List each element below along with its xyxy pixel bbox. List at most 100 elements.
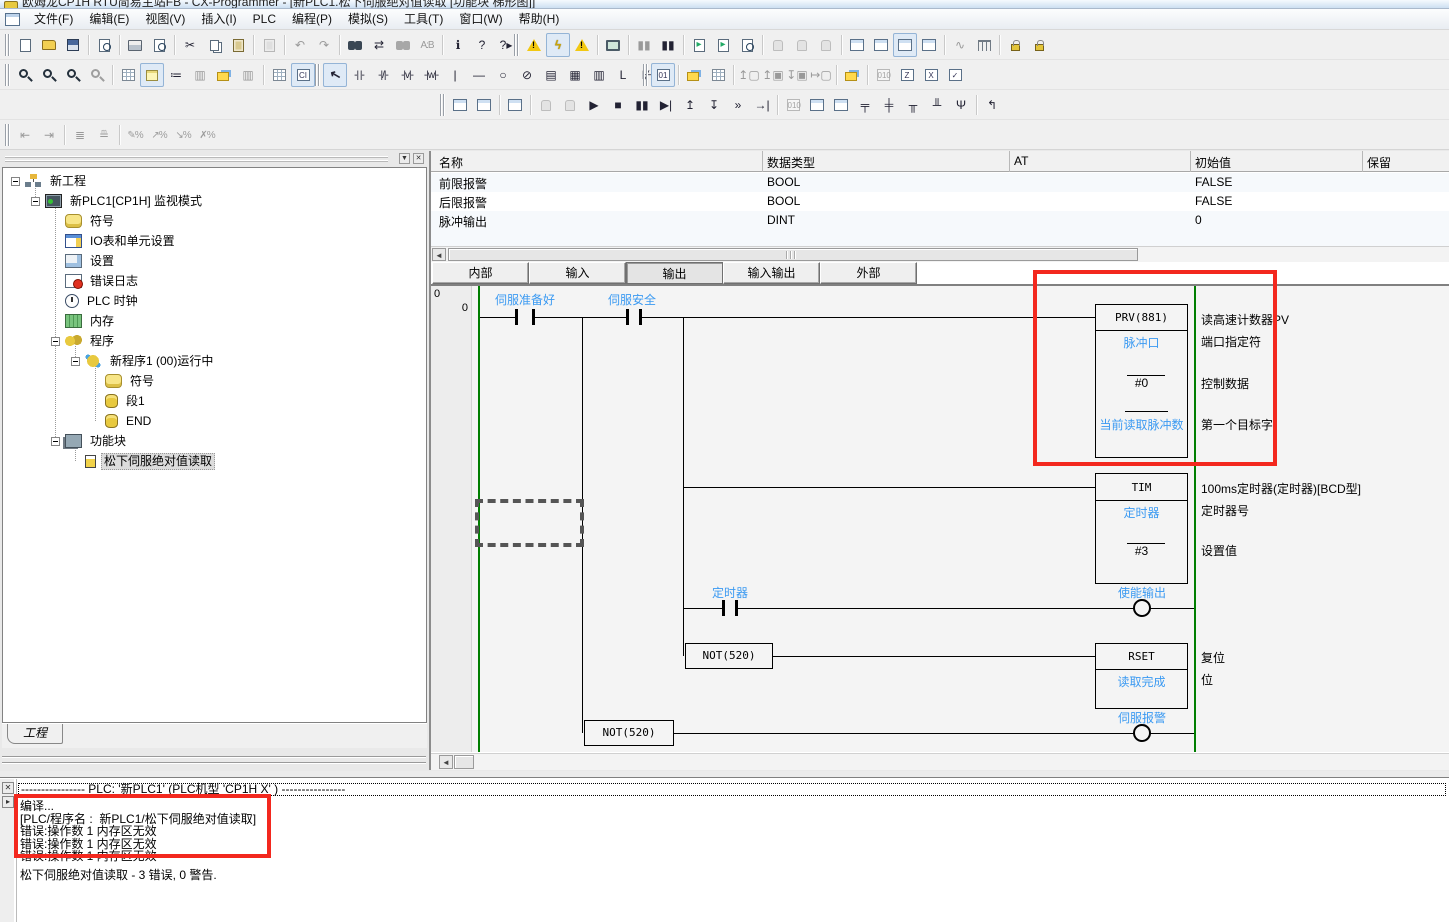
step-over-button[interactable]: ↧ <box>702 93 726 117</box>
new-coil-nc-button[interactable]: ⊘ <box>515 63 539 87</box>
watch-sheet-button[interactable] <box>893 33 917 57</box>
cross-reference-button[interactable] <box>840 63 864 87</box>
tree-item-label[interactable]: 符号 <box>87 213 117 230</box>
var-tab-输出[interactable]: 输出 <box>626 262 723 284</box>
paste-button[interactable] <box>226 33 250 57</box>
show-rung-list-button[interactable]: ≔ <box>164 63 188 87</box>
cascade-button[interactable] <box>503 93 527 117</box>
force-cancel-button[interactable] <box>814 33 838 57</box>
differential-monitor-button[interactable]: ∿ <box>948 33 972 57</box>
menu-item-simulation[interactable]: 模拟(S) <box>340 9 396 29</box>
show-monitor-button[interactable]: ▥ <box>188 63 212 87</box>
tim-instruction-block[interactable]: TIM 定时器 #3 <box>1095 473 1188 584</box>
menu-item-plc[interactable]: PLC <box>245 9 284 29</box>
find-button[interactable] <box>343 33 367 57</box>
tree-item-label[interactable]: 符号 <box>127 373 157 390</box>
output-line[interactable]: 松下伺服绝对值读取 - 3 错误, 0 警告. <box>20 866 217 883</box>
goto-prev-button[interactable]: ↥▣ <box>761 63 785 87</box>
tree-expander[interactable] <box>11 177 20 186</box>
step-in-button[interactable]: ↥ <box>678 93 702 117</box>
new-contact-or-button[interactable]: -|v|- <box>395 63 419 87</box>
tree-item-fb-instance[interactable]: 松下伺服绝对值读取 <box>71 451 215 471</box>
col-name[interactable]: 名称 <box>439 154 463 171</box>
copy-button[interactable] <box>202 33 226 57</box>
indent-right-button[interactable]: ⇥ <box>37 123 61 147</box>
return-icon-button[interactable]: ↰ <box>980 93 1004 117</box>
select-cursor-button[interactable]: ↖ <box>323 63 347 87</box>
watch-sheet-2-button[interactable] <box>917 33 941 57</box>
pane-close-button[interactable]: ✕ <box>413 153 424 164</box>
watch-window-2-button[interactable] <box>869 33 893 57</box>
align-list-2-button[interactable]: ≞ <box>92 123 116 147</box>
tree-item-program-1[interactable]: 新程序1 (00)运行中 <box>71 351 216 371</box>
symbol-row-后限报警[interactable]: 后限报警BOOLFALSE <box>431 192 1449 211</box>
step-out-button[interactable]: » <box>726 93 750 117</box>
contact1-label[interactable]: 伺服准备好 <box>495 291 555 308</box>
contact2-bar[interactable] <box>626 309 629 325</box>
indent-left-button[interactable]: ⇤ <box>13 123 37 147</box>
edit-percent-1-button[interactable]: ✎% <box>123 123 147 147</box>
new-instruction-2-button[interactable]: ▦ <box>563 63 587 87</box>
zoom-fit-button[interactable] <box>13 63 37 87</box>
preview-button[interactable] <box>147 33 171 57</box>
print-button[interactable] <box>123 33 147 57</box>
force-on-button[interactable] <box>766 33 790 57</box>
symbol-row-前限报警[interactable]: 前限报警BOOLFALSE <box>431 173 1449 192</box>
edit-percent-4-button[interactable]: ✗% <box>195 123 219 147</box>
col-at[interactable]: AT <box>1014 154 1028 168</box>
pause-sim-button[interactable]: ▮▮ <box>630 93 654 117</box>
menu-item-view[interactable]: 视图(V) <box>137 9 193 29</box>
comb-4-button[interactable]: ╨ <box>925 93 949 117</box>
set-protect-button[interactable] <box>1003 33 1027 57</box>
symbol-row-脉冲输出[interactable]: 脉冲输出DINT0 <box>431 211 1449 230</box>
zoom-in-button[interactable] <box>61 63 85 87</box>
tree-item-label[interactable]: 新程序1 (00)运行中 <box>107 353 216 370</box>
show-rung-button[interactable] <box>212 63 236 87</box>
coil1[interactable] <box>1133 599 1151 617</box>
transfer-to-plc-button[interactable] <box>687 33 711 57</box>
compile-all-button[interactable] <box>570 33 594 57</box>
monitor-button[interactable] <box>601 33 625 57</box>
pause-monitor-button[interactable]: ▮▮ <box>632 33 656 57</box>
align-list-button[interactable]: ≣ <box>68 123 92 147</box>
scroll-left-button[interactable]: ◄ <box>432 248 446 261</box>
project-tree-header[interactable]: ▼ ✕ <box>2 152 428 167</box>
toolbar-gripper[interactable] <box>642 64 649 86</box>
address-stack-button[interactable] <box>682 63 706 87</box>
tree-item-symbols[interactable]: 符号 <box>51 211 117 231</box>
contact2-bar[interactable] <box>639 309 642 325</box>
show-sma-button[interactable] <box>267 63 291 87</box>
contact3-bar[interactable] <box>735 600 738 616</box>
sort-button[interactable]: A:B <box>415 33 439 57</box>
tree-item-settings[interactable]: 设置 <box>51 251 117 271</box>
menu-item-edit[interactable]: 编辑(E) <box>81 9 137 29</box>
tree-item-plc-node[interactable]: 新PLC1[CP1H] 监视模式 <box>31 191 205 211</box>
goto-next-button[interactable]: ↧▣ <box>785 63 809 87</box>
tree-item-label[interactable]: 设置 <box>87 253 117 270</box>
tree-item-label[interactable]: 新PLC1[CP1H] 监视模式 <box>67 193 205 210</box>
help-button[interactable]: ? <box>470 33 494 57</box>
not2-block[interactable]: NOT(520) <box>584 720 674 746</box>
redo-button[interactable]: ↷ <box>312 33 336 57</box>
horizontal-line-button[interactable]: — <box>467 63 491 87</box>
var-tab-输入[interactable]: 输入 <box>529 262 626 284</box>
tree-expander[interactable] <box>51 337 60 346</box>
paste-special-button[interactable] <box>257 33 281 57</box>
contact1-bar[interactable] <box>515 309 518 325</box>
release-protect-button[interactable] <box>1027 33 1051 57</box>
comb-2-button[interactable]: ╪ <box>877 93 901 117</box>
tree-item-label[interactable]: END <box>123 413 154 430</box>
new-coil-button[interactable]: ○ <box>491 63 515 87</box>
show-comments-button[interactable] <box>140 63 164 87</box>
toolbar-gripper[interactable] <box>4 124 11 146</box>
compare-with-plc-button[interactable] <box>735 33 759 57</box>
tree-item-section-1[interactable]: 段1 <box>91 391 148 411</box>
tree-item-program-symbols[interactable]: 符号 <box>91 371 157 391</box>
edit-percent-2-button[interactable]: ↗% <box>147 123 171 147</box>
new-contact-button[interactable]: -| |- <box>347 63 371 87</box>
io-comment-view-button[interactable]: 01 <box>651 63 675 87</box>
output-close-button[interactable]: ✕ <box>2 782 14 794</box>
new-instruction-button[interactable]: ▤ <box>539 63 563 87</box>
menu-item-file[interactable]: 文件(F) <box>26 9 81 29</box>
split-window-button[interactable] <box>448 93 472 117</box>
